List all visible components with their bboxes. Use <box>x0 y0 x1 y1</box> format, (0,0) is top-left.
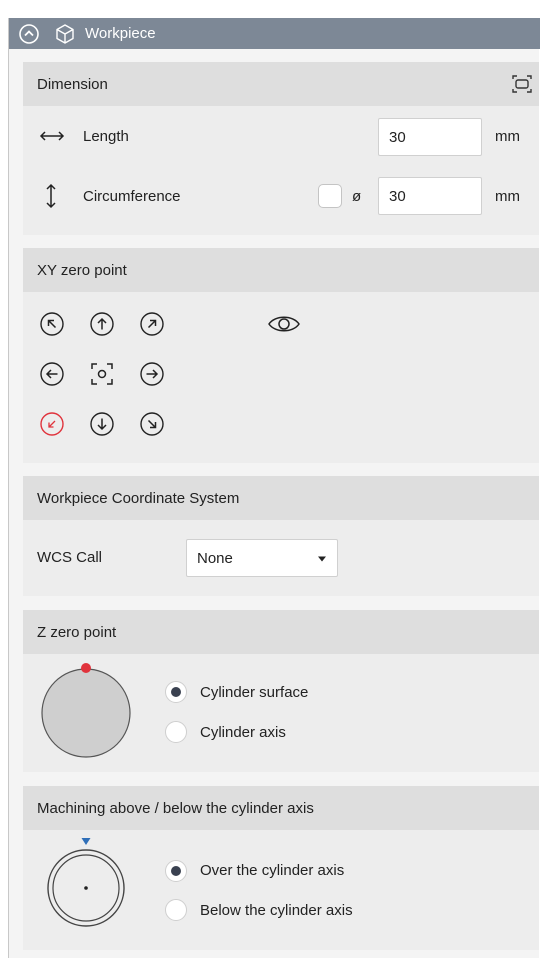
xy-zero-section: XY zero point <box>23 248 539 463</box>
zero-bottom-right-button[interactable] <box>139 411 165 437</box>
wcs-call-label: WCS Call <box>37 549 103 566</box>
zero-middle-left-button[interactable] <box>39 361 65 387</box>
circumference-input[interactable]: 30 <box>378 177 482 215</box>
panel-title: Workpiece <box>85 25 156 42</box>
cylinder-surface-label: Cylinder surface <box>200 684 309 701</box>
length-input[interactable]: 30 <box>378 118 482 156</box>
xy-zero-header: XY zero point <box>23 248 539 292</box>
zero-top-right-button[interactable] <box>139 311 165 337</box>
cylinder-axis-label: Cylinder axis <box>200 724 286 741</box>
cylinder-surface-illustration <box>39 661 133 759</box>
circumference-arrow-icon <box>43 183 59 209</box>
machining-section: Machining above / below the cylinder axi… <box>23 786 539 950</box>
zero-bottom-center-button[interactable] <box>89 411 115 437</box>
wcs-section: Workpiece Coordinate System WCS Call Non… <box>23 476 539 596</box>
wcs-call-select[interactable]: None <box>186 539 338 577</box>
cube-icon <box>54 23 76 45</box>
circumference-unit: mm <box>495 188 520 205</box>
dimension-title: Dimension <box>37 75 108 93</box>
diameter-checkbox[interactable] <box>318 184 342 208</box>
radio-cylinder-axis[interactable] <box>165 721 187 743</box>
panel-title-bar: Workpiece <box>9 18 540 49</box>
radio-cylinder-surface[interactable] <box>165 681 187 703</box>
xy-zero-title: XY zero point <box>37 261 127 279</box>
length-label: Length <box>83 128 129 145</box>
chevron-down-icon <box>317 555 327 563</box>
diameter-symbol: ø <box>352 188 362 205</box>
dimension-section: Dimension Length 30 mm Circumference ø 3… <box>23 62 539 235</box>
over-axis-label: Over the cylinder axis <box>200 862 345 879</box>
z-zero-title: Z zero point <box>37 623 117 641</box>
zero-center-button[interactable] <box>89 361 115 387</box>
collapse-icon[interactable] <box>18 23 40 45</box>
zero-top-left-button[interactable] <box>39 311 65 337</box>
machining-header: Machining above / below the cylinder axi… <box>23 786 539 830</box>
zero-middle-right-button[interactable] <box>139 361 165 387</box>
fit-view-icon[interactable] <box>509 72 535 96</box>
zero-bottom-left-button[interactable] <box>39 411 65 437</box>
wcs-title: Workpiece Coordinate System <box>37 489 240 507</box>
dimension-header: Dimension <box>23 62 539 106</box>
workpiece-panel: Workpiece Dimension Length 30 mm Circumf… <box>8 18 540 958</box>
z-zero-section: Z zero point Cylinder surface Cylinder a… <box>23 610 539 772</box>
length-unit: mm <box>495 128 520 145</box>
cylinder-axis-illustration <box>47 836 125 936</box>
radio-below-axis[interactable] <box>165 899 187 921</box>
wcs-header: Workpiece Coordinate System <box>23 476 539 520</box>
z-zero-header: Z zero point <box>23 610 539 654</box>
zero-top-center-button[interactable] <box>89 311 115 337</box>
radio-over-axis[interactable] <box>165 860 187 882</box>
machining-title: Machining above / below the cylinder axi… <box>37 799 314 817</box>
wcs-call-value: None <box>197 549 233 567</box>
length-arrow-icon <box>39 128 65 144</box>
eye-icon[interactable] <box>267 313 301 335</box>
below-axis-label: Below the cylinder axis <box>200 902 353 919</box>
circumference-label: Circumference <box>83 188 181 205</box>
